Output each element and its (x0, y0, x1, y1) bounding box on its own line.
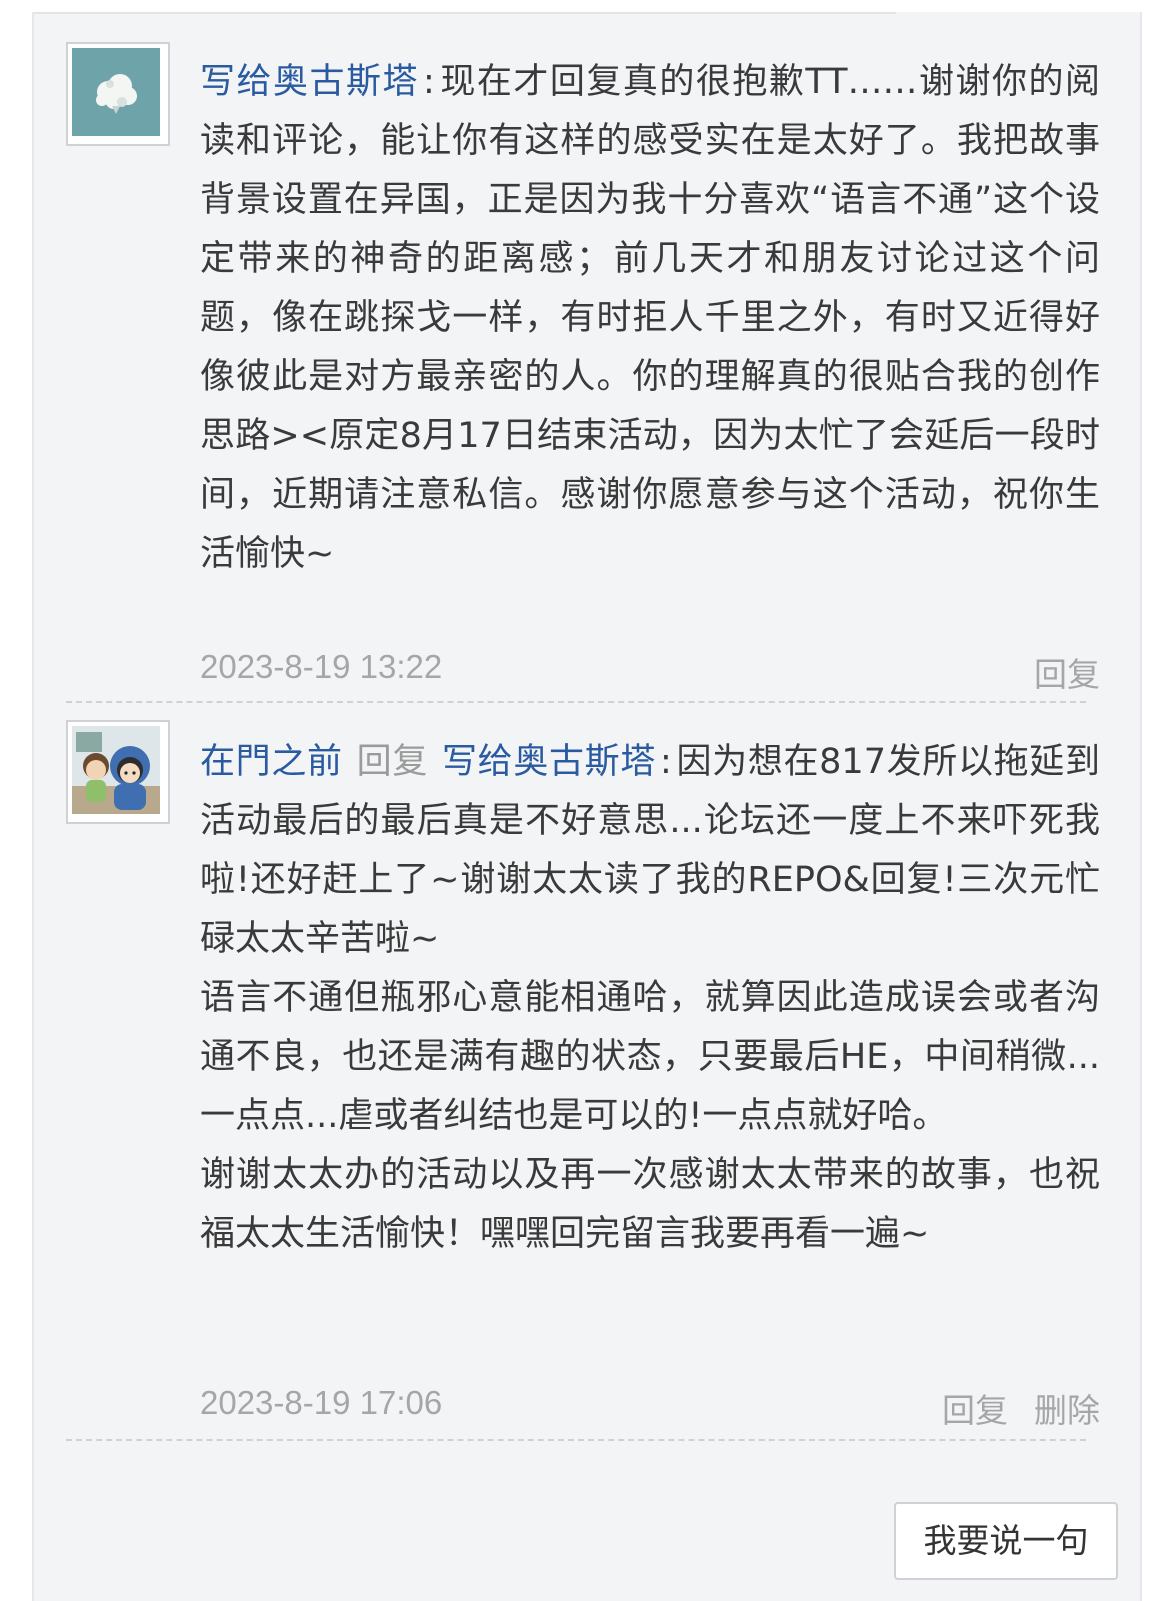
reply-button[interactable]: 回复 (1034, 648, 1100, 696)
author-link[interactable]: 写给奥古斯塔 (200, 62, 419, 102)
comment-panel: 写给奥古斯塔: 现在才回复真的很抱歉TT……谢谢你的阅读和评论，能让你有这样的感受… (32, 12, 1142, 1601)
comment-actions: 回复 (1034, 648, 1100, 696)
comment-meta: 2023-8-19 17:06 回复 删除 (200, 1384, 1100, 1429)
colon-separator: : (660, 742, 672, 782)
comment-body: 在門之前 回复 写给奥古斯塔: 因为想在817发所以拖延到活动最后的最后真是不好意思.… (200, 733, 1100, 1264)
dashed-divider (66, 701, 1086, 703)
delete-button[interactable]: 删除 (1034, 1384, 1100, 1432)
comment-text: 现在才回复真的很抱歉TT……谢谢你的阅读和评论，能让你有这样的感受实在是太好了。… (200, 62, 1100, 574)
comment-meta: 2023-8-19 13:22 回复 (200, 648, 1100, 693)
avatar[interactable] (66, 42, 170, 146)
colon-separator: : (423, 62, 435, 102)
dashed-divider (66, 1439, 1086, 1441)
comment-body: 写给奥古斯塔: 现在才回复真的很抱歉TT……谢谢你的阅读和评论，能让你有这样的感受… (200, 53, 1100, 584)
timestamp: 2023-8-19 17:06 (200, 1384, 443, 1421)
avatar[interactable] (66, 720, 170, 824)
reply-label: 回复 (356, 742, 429, 782)
reply-to-link[interactable]: 写给奥古斯塔 (442, 742, 656, 782)
comment-paragraph: 谢谢太太办的活动以及再一次感谢太太带来的故事，也祝福太太生活愉快！嘿嘿回完留言我… (200, 1155, 1100, 1254)
comment-paragraph: 在門之前 回复 写给奥古斯塔: 因为想在817发所以拖延到活动最后的最后真是不好意思.… (200, 733, 1100, 969)
comment-paragraph: 语言不通但瓶邪心意能相通哈，就算因此造成误会或者沟通不良，也还是满有趣的状态，只… (200, 978, 1100, 1136)
author-link[interactable]: 在門之前 (200, 742, 343, 782)
panel-top-edge (34, 12, 896, 14)
cloud-avatar-icon (72, 48, 164, 140)
say-something-button[interactable]: 我要说一句 (894, 1502, 1118, 1580)
timestamp: 2023-8-19 13:22 (200, 648, 443, 685)
comment-paragraph: 写给奥古斯塔: 现在才回复真的很抱歉TT……谢谢你的阅读和评论，能让你有这样的感受… (200, 53, 1100, 584)
comment-actions: 回复 删除 (942, 1384, 1100, 1432)
reply-button[interactable]: 回复 (942, 1384, 1008, 1432)
chibi-characters-avatar-icon (72, 726, 164, 818)
